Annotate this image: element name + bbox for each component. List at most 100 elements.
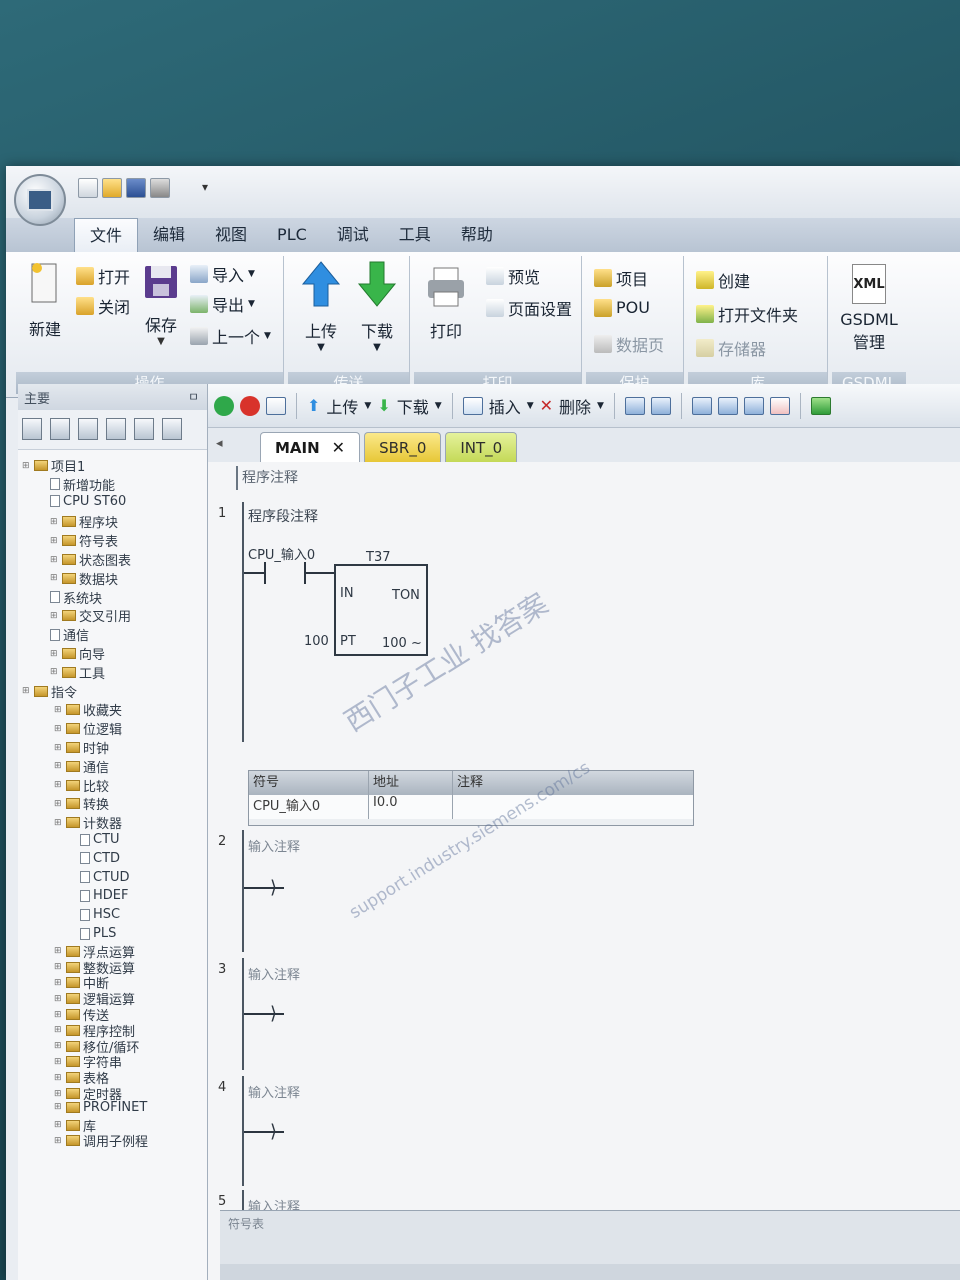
page-setup-button[interactable]: 页面设置: [486, 296, 572, 320]
menu-tools[interactable]: 工具: [384, 218, 446, 252]
ton-timer-box[interactable]: IN TON PT 100 ~: [334, 564, 428, 656]
network-icon[interactable]: [650, 396, 671, 415]
network-comment[interactable]: 输入注释: [248, 1082, 300, 1101]
tree-item[interactable]: ⊞ 位逻辑: [54, 719, 122, 738]
expand-icon[interactable]: ⊞: [54, 946, 63, 956]
expand-icon[interactable]: ⊞: [50, 649, 59, 659]
tree-item[interactable]: 通信: [50, 625, 89, 644]
tree-item[interactable]: CTU: [80, 832, 120, 847]
tree-item[interactable]: ⊞ 项目1: [22, 456, 85, 475]
expand-icon[interactable]: ⊞: [50, 573, 59, 583]
pin-icon[interactable]: ㅁ: [188, 388, 199, 405]
tree-item[interactable]: CPU ST60: [50, 494, 126, 509]
tree-item[interactable]: ⊞ 计数器: [54, 813, 122, 832]
download-button[interactable]: 下载 ▼: [352, 260, 402, 353]
tree-item[interactable]: ⊞ 转换: [54, 794, 109, 813]
network-comment[interactable]: 输入注释: [248, 836, 300, 855]
tree-item[interactable]: ⊞ 收藏夹: [54, 700, 122, 719]
tree-item[interactable]: ⊞ 调用子例程: [54, 1131, 148, 1150]
tree-item[interactable]: ⊞ 通信: [54, 757, 109, 776]
close-tab-icon[interactable]: ✕: [332, 438, 345, 457]
open-button[interactable]: 打开: [76, 264, 130, 288]
expand-icon[interactable]: ⊞: [50, 667, 59, 677]
run-icon[interactable]: [214, 395, 234, 416]
program-comment[interactable]: 程序注释: [236, 466, 656, 490]
tree-item[interactable]: CTUD: [80, 870, 130, 885]
tree-item[interactable]: ⊞ 交叉引用: [50, 606, 131, 625]
tree-item[interactable]: ⊞ 符号表: [50, 531, 118, 550]
tree-item[interactable]: HDEF: [80, 888, 128, 903]
expand-icon[interactable]: ⊞: [54, 1102, 63, 1112]
protect-pou-button[interactable]: POU: [594, 298, 650, 317]
menu-file[interactable]: 文件: [74, 218, 139, 252]
toolbar-insert-button[interactable]: 插入: [489, 394, 521, 418]
import-button[interactable]: 导入 ▼: [190, 262, 255, 286]
tab-sbr0[interactable]: SBR_0: [364, 432, 442, 462]
tab-scroll-left-icon[interactable]: ◂: [216, 436, 223, 451]
tree-item[interactable]: PLS: [80, 926, 116, 941]
new-button[interactable]: 新建: [20, 262, 70, 340]
download-dropdown-icon[interactable]: ▼: [435, 401, 442, 411]
save-button[interactable]: 保存 ▼: [138, 262, 184, 347]
box-icon[interactable]: [691, 396, 712, 415]
toolbar-delete-button[interactable]: 删除: [559, 394, 591, 418]
empty-coil[interactable]: ⟩: [244, 876, 292, 900]
expand-icon[interactable]: ⊞: [54, 780, 63, 790]
export-button[interactable]: 导出 ▼: [190, 292, 255, 316]
timer-name[interactable]: T37: [366, 550, 390, 565]
tree-item[interactable]: 系统块: [50, 588, 102, 607]
expand-icon[interactable]: ⊞: [54, 799, 63, 809]
protect-project-button[interactable]: 项目: [594, 266, 648, 290]
tree-item[interactable]: ⊞ 指令: [22, 682, 77, 701]
app-menu-button[interactable]: [14, 174, 66, 226]
expand-icon[interactable]: ⊞: [54, 1057, 63, 1067]
monitor-icon[interactable]: [162, 418, 182, 440]
tree-item[interactable]: CTD: [80, 851, 120, 866]
network-comment[interactable]: 程序段注释: [248, 506, 318, 526]
expand-icon[interactable]: ⊞: [54, 1025, 63, 1035]
view-icon[interactable]: [106, 418, 126, 440]
tab-main[interactable]: MAIN ✕: [260, 432, 361, 462]
expand-icon[interactable]: ⊞: [54, 761, 63, 771]
tree-item[interactable]: 新增功能: [50, 475, 115, 494]
expand-icon[interactable]: ⊞: [54, 994, 63, 1004]
expand-icon[interactable]: ⊞: [54, 1089, 63, 1099]
close-button[interactable]: 关闭: [76, 294, 130, 318]
toolbar-download-button[interactable]: 下载: [397, 394, 429, 418]
stop-icon[interactable]: [240, 395, 260, 416]
delete-dropdown-icon[interactable]: ▼: [597, 401, 604, 411]
preview-button[interactable]: 预览: [486, 264, 540, 288]
expand-icon[interactable]: ⊞: [54, 705, 63, 715]
empty-coil[interactable]: ⟩: [244, 1002, 292, 1026]
expand-icon[interactable]: ⊞: [54, 978, 63, 988]
tree-item[interactable]: HSC: [80, 907, 120, 922]
tree-item[interactable]: ⊞ 程序块: [50, 512, 118, 531]
view-icon[interactable]: [22, 418, 42, 440]
expand-icon[interactable]: ⊞: [54, 1073, 63, 1083]
print-button[interactable]: 打印: [420, 266, 472, 342]
view-icon[interactable]: [50, 418, 70, 440]
menu-edit[interactable]: 编辑: [138, 218, 200, 252]
previous-button[interactable]: 上一个 ▼: [190, 324, 271, 348]
tree-item[interactable]: ⊞ 比较: [54, 776, 109, 795]
toolbar-upload-button[interactable]: 上传: [326, 394, 358, 418]
create-library-button[interactable]: 创建: [696, 268, 750, 292]
expand-icon[interactable]: ⊞: [50, 611, 59, 621]
expand-icon[interactable]: ⊞: [50, 536, 59, 546]
bookmark-next-icon[interactable]: [743, 396, 764, 415]
expand-icon[interactable]: ⊞: [54, 1120, 63, 1130]
print-icon[interactable]: [150, 178, 170, 198]
expand-icon[interactable]: ⊞: [54, 962, 63, 972]
menu-help[interactable]: 帮助: [446, 218, 508, 252]
network-comment[interactable]: 输入注释: [248, 964, 300, 983]
tree-item[interactable]: ⊞ 数据块: [50, 569, 118, 588]
view-icon[interactable]: [78, 418, 98, 440]
expand-icon[interactable]: ⊞: [54, 724, 63, 734]
expand-icon[interactable]: ⊞: [54, 743, 63, 753]
customize-toolbar-icon[interactable]: ▾: [202, 180, 208, 194]
expand-icon[interactable]: ⊞: [22, 686, 31, 696]
bookmark-icon[interactable]: [717, 396, 738, 415]
insert-dropdown-icon[interactable]: ▼: [527, 401, 534, 411]
gsdml-management-button[interactable]: XML GSDML 管理: [834, 264, 904, 353]
view-icon[interactable]: [134, 418, 154, 440]
